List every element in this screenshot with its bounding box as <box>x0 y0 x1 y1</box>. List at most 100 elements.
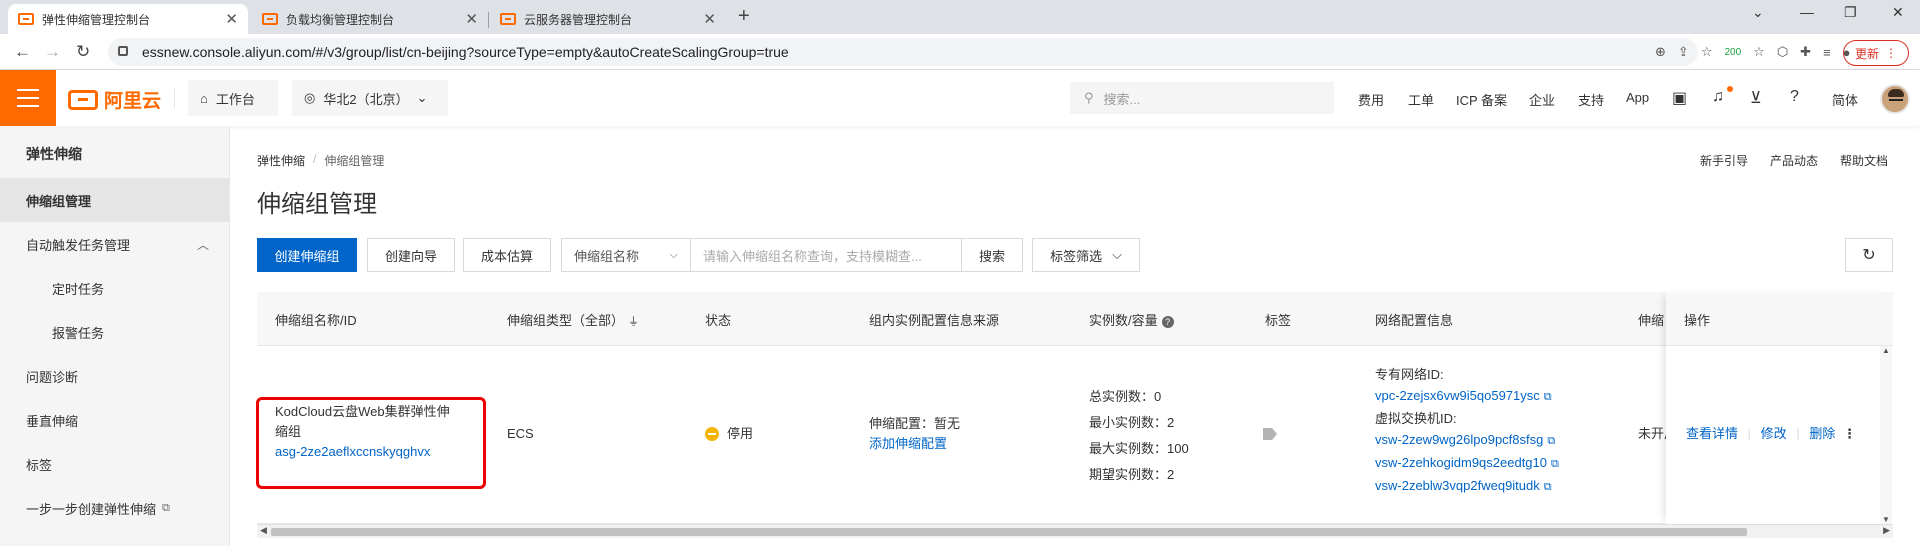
global-search-input[interactable]: ⚲ 搜索... <box>1070 82 1334 114</box>
nav-ticket[interactable]: 工单 <box>1408 90 1434 109</box>
sidebar-item-tags[interactable]: 标签 <box>0 442 229 486</box>
table-row: KodCloud云盘Web集群弹性伸 缩组 asg-2ze2aeflxccnsk… <box>257 346 1893 524</box>
col-type[interactable]: 伸缩组类型（全部） ⏚ <box>507 310 639 329</box>
close-tab-icon[interactable]: ✕ <box>465 10 478 28</box>
language-switch[interactable]: 简体 <box>1832 90 1858 109</box>
close-window-icon[interactable]: ✕ <box>1892 4 1904 21</box>
reload-icon[interactable]: ↻ <box>76 42 90 62</box>
filter-icon[interactable]: ⏚ <box>628 316 639 328</box>
external-link-icon[interactable]: ⧉ <box>1551 454 1559 475</box>
breadcrumb-root[interactable]: 弹性伸缩 <box>257 152 305 169</box>
back-icon[interactable]: ← <box>14 42 31 62</box>
address-bar[interactable]: essnew.console.aliyun.com/#/v3/group/lis… <box>108 38 1698 66</box>
sidebar-item-alarm-tasks[interactable]: 报警任务 <box>0 310 229 354</box>
delete-link[interactable]: 删除 <box>1809 426 1835 441</box>
link-beginner-guide[interactable]: 新手引导 <box>1700 152 1748 169</box>
update-button[interactable]: 更新 ⋮ <box>1843 40 1909 66</box>
help-circle-icon[interactable]: ? <box>1161 316 1174 328</box>
nav-enterprise[interactable]: 企业 <box>1529 90 1555 109</box>
tag-filter-label: 标签筛选 <box>1050 248 1103 264</box>
vpc-id-link[interactable]: vpc-2zejsx6vw9i5qo5971ysc <box>1375 388 1540 403</box>
scroll-left-icon[interactable]: ◀ <box>260 525 267 536</box>
close-tab-icon[interactable]: ✕ <box>703 10 716 28</box>
action-divider: | <box>1747 426 1752 441</box>
link-help-docs[interactable]: 帮助文档 <box>1840 152 1888 169</box>
vertical-scrollbar[interactable]: ▲ ▼ <box>1880 346 1892 524</box>
reading-list-icon[interactable]: ☆ <box>1753 44 1765 60</box>
search-button[interactable]: 搜索 <box>961 238 1023 272</box>
external-link-icon[interactable]: ⧉ <box>1544 477 1552 498</box>
sidebar-item-diagnosis[interactable]: 问题诊断 <box>0 354 229 398</box>
new-tab-icon[interactable]: + <box>738 5 750 28</box>
vsw-id-link[interactable]: vsw-2zehkogidm9qs2eedtg10 <box>1375 455 1547 470</box>
nav-app[interactable]: App <box>1626 90 1649 105</box>
external-link-icon: ⧉ <box>162 501 170 514</box>
sidebar-item-vertical-scaling[interactable]: 垂直伸缩 <box>0 398 229 442</box>
nav-support[interactable]: 支持 <box>1578 90 1604 109</box>
browser-tab-ess[interactable]: 弹性伸缩管理控制台 ✕ <box>8 4 248 34</box>
sidebar-item-scaling-groups[interactable]: 伸缩组管理 <box>0 178 229 222</box>
chevron-down-icon: ⌵ <box>669 248 678 261</box>
refresh-icon[interactable]: ↻ <box>1845 238 1893 272</box>
help-icon[interactable]: ? <box>1790 88 1799 106</box>
cart-icon[interactable]: ⊻ <box>1750 88 1762 108</box>
menu-icon[interactable] <box>0 70 56 126</box>
sidebar-item-label: 定时任务 <box>52 281 105 297</box>
link-product-news[interactable]: 产品动态 <box>1770 152 1818 169</box>
extension-icon[interactable]: ⬡ <box>1777 44 1788 60</box>
vsw-id-link[interactable]: vsw-2zew9wg26lpo9pcf8sfsg <box>1375 432 1543 447</box>
search-placeholder: 请输入伸缩组名称查询，支持模糊查... <box>703 248 922 264</box>
avatar[interactable] <box>1880 84 1910 114</box>
filter-field-select[interactable]: 伸缩组名称 ⌵ <box>561 238 691 272</box>
zoom-icon[interactable]: ⊕ <box>1655 44 1666 60</box>
extension-badge[interactable]: 200 <box>1724 47 1741 58</box>
aliyun-favicon-icon <box>262 13 278 25</box>
puzzle-icon[interactable]: ✚ <box>1800 44 1811 60</box>
more-actions-icon[interactable]: ⋮ <box>1843 426 1856 441</box>
nav-icp[interactable]: ICP 备案 <box>1456 90 1507 109</box>
nav-fees[interactable]: 费用 <box>1358 90 1384 109</box>
browser-tab-slb[interactable]: 负载均衡管理控制台 ✕ <box>252 4 488 34</box>
restore-icon[interactable]: ❐ <box>1844 4 1857 21</box>
sidebar-item-label: 问题诊断 <box>26 369 79 385</box>
close-tab-icon[interactable]: ✕ <box>225 10 238 28</box>
tag-filter-button[interactable]: 标签筛选 ⌵ <box>1032 238 1140 272</box>
scroll-up-icon[interactable]: ▲ <box>1882 346 1890 355</box>
vsw-id-link[interactable]: vsw-2zeblw3vqp2fweq9itudk <box>1375 478 1540 493</box>
search-icon: ⚲ <box>1084 90 1094 105</box>
sidebar-item-tutorial[interactable]: 一步一步创建弹性伸缩 ⧉ <box>0 486 229 530</box>
scrollbar-thumb[interactable] <box>271 528 1747 536</box>
forward-icon[interactable]: → <box>44 42 61 62</box>
sidebar-item-scheduled-tasks[interactable]: 定时任务 <box>0 266 229 310</box>
filter-field-value: 伸缩组名称 <box>574 248 640 264</box>
share-icon[interactable]: ⇪ <box>1678 44 1689 60</box>
edit-link[interactable]: 修改 <box>1761 426 1787 441</box>
external-link-icon[interactable]: ⧉ <box>1544 387 1552 408</box>
group-search-input[interactable]: 请输入伸缩组名称查询，支持模糊查... <box>690 238 962 272</box>
notification-bell-icon[interactable]: ♫ <box>1712 88 1724 106</box>
add-config-link[interactable]: 添加伸缩配置 <box>869 434 960 454</box>
region-selector[interactable]: ◎ 华北2（北京） ⌄ <box>292 80 448 116</box>
workbench-button[interactable]: ⌂ 工作台 <box>188 80 278 116</box>
horizontal-scrollbar[interactable]: ◀ ▶ <box>257 524 1893 538</box>
aliyun-favicon-icon <box>18 13 34 25</box>
minimize-icon[interactable]: — <box>1800 4 1814 20</box>
aliyun-logo[interactable]: 阿里云 <box>68 86 161 113</box>
create-scaling-group-button[interactable]: 创建伸缩组 <box>257 238 357 272</box>
sidebar-item-auto-tasks[interactable]: 自动触发任务管理 ︿ <box>0 222 229 266</box>
cloud-shell-icon[interactable]: ▣ <box>1672 88 1687 108</box>
browser-tab-ecs[interactable]: 云服务器管理控制台 ✕ <box>490 4 726 34</box>
media-icon[interactable]: ≡ <box>1823 45 1831 60</box>
scroll-right-icon[interactable]: ▶ <box>1883 525 1890 536</box>
notification-dot <box>1727 86 1733 92</box>
external-link-icon[interactable]: ⧉ <box>1547 431 1555 452</box>
create-wizard-button[interactable]: 创建向导 <box>367 238 455 272</box>
url-text[interactable]: essnew.console.aliyun.com/#/v3/group/lis… <box>142 44 789 60</box>
view-details-link[interactable]: 查看详情 <box>1686 426 1738 441</box>
total-instances: 总实例数：0 <box>1089 389 1162 404</box>
cost-estimate-button[interactable]: 成本估算 <box>463 238 551 272</box>
bookmark-star-icon[interactable]: ☆ <box>1701 44 1713 60</box>
extension-icons: ⊕ ⇪ ☆ 200 ☆ ⬡ ✚ ≡ ● <box>1655 44 1851 60</box>
scroll-down-icon[interactable]: ▼ <box>1882 515 1890 524</box>
tab-search-icon[interactable]: ⌄ <box>1752 4 1764 21</box>
